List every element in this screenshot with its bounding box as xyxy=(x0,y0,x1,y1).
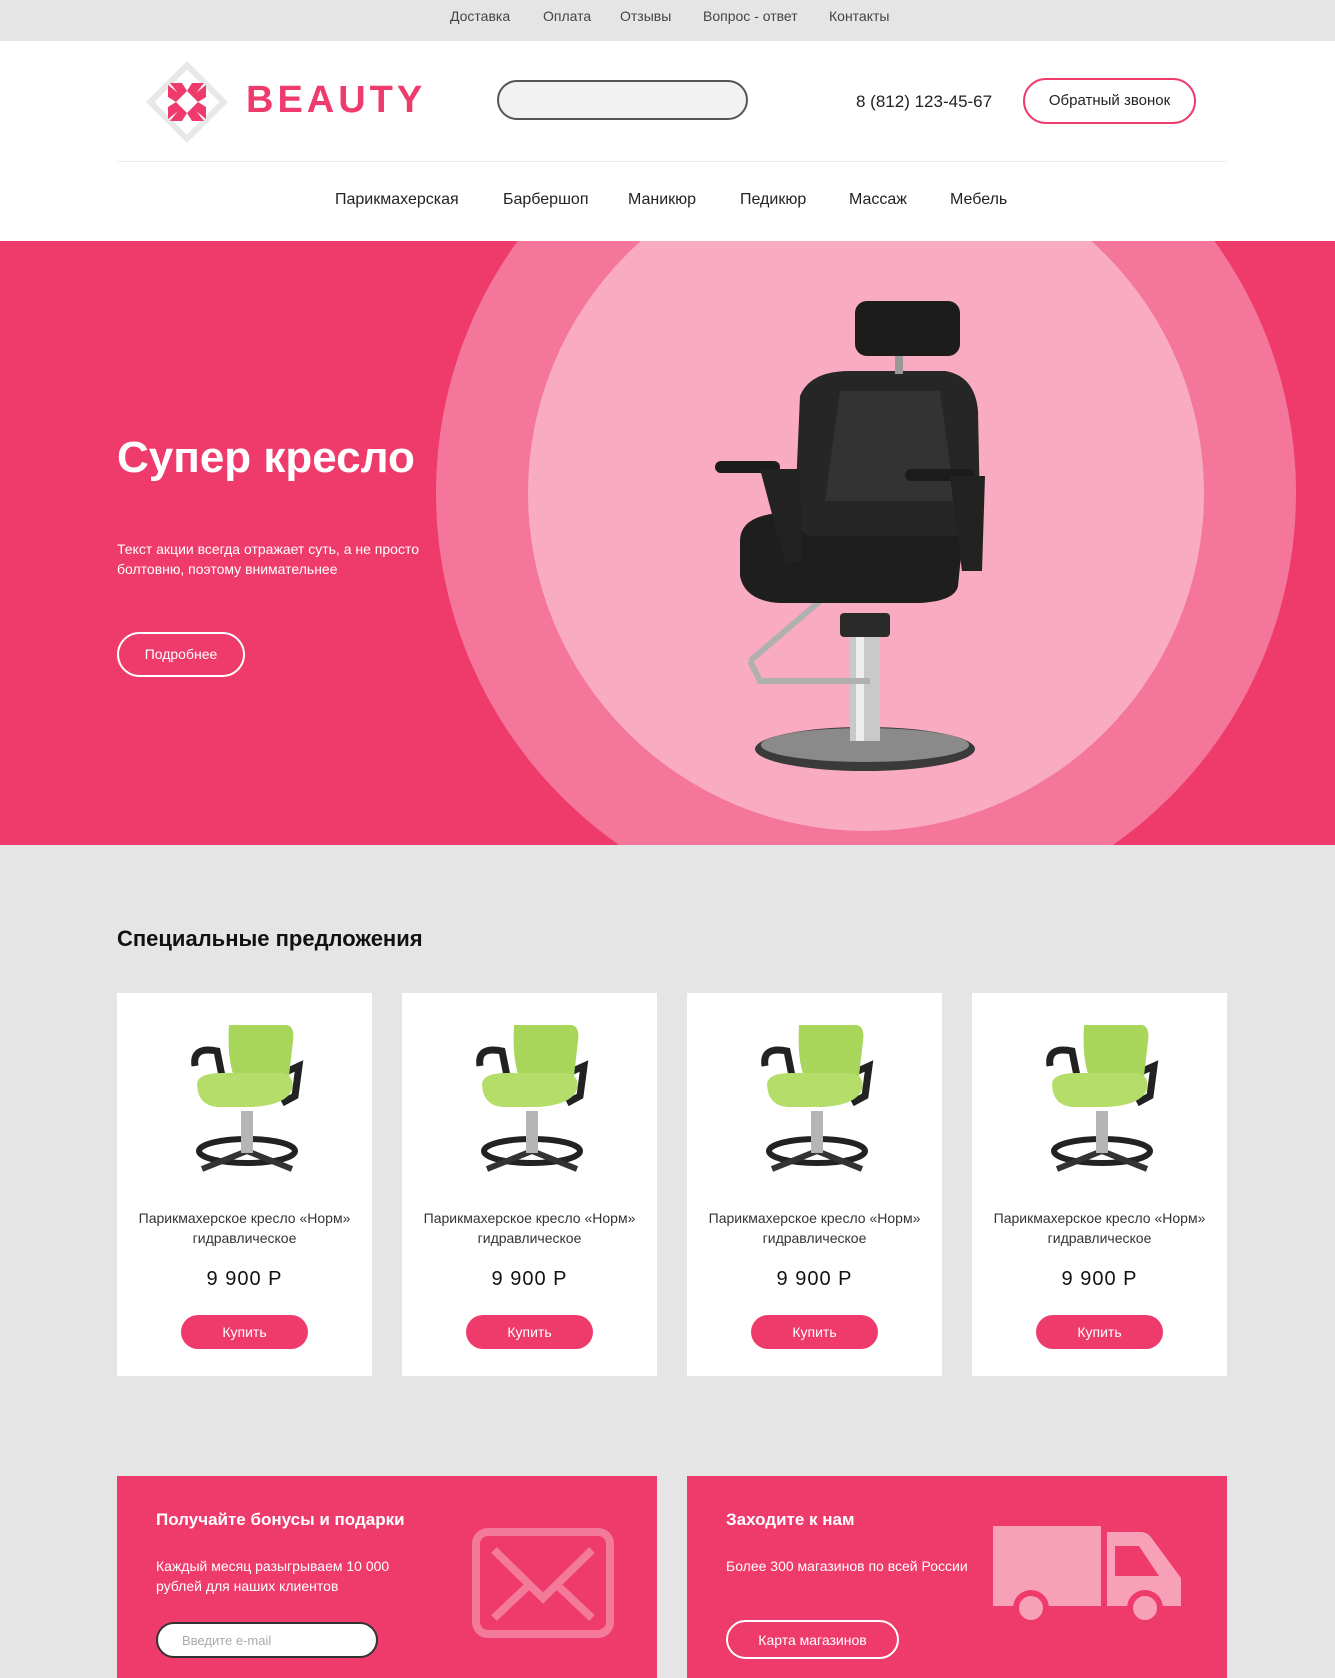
hero-banner: Супер кресло Текст акции всегда отражает… xyxy=(0,241,1335,845)
product-name[interactable]: Парикмахерское кресло «Норм» гидравличес… xyxy=(972,1208,1227,1248)
bonus-promo: Получайте бонусы и подарки Каждый месяц … xyxy=(117,1476,657,1678)
topnav-reviews[interactable]: Отзывы xyxy=(620,8,671,24)
search-input[interactable] xyxy=(497,80,748,120)
product-image xyxy=(191,1025,304,1172)
product-name[interactable]: Парикмахерское кресло «Норм» гидравличес… xyxy=(687,1208,942,1248)
product-image xyxy=(1046,1025,1159,1172)
offers-title: Специальные предложения xyxy=(117,926,423,951)
product-name[interactable]: Парикмахерское кресло «Норм» гидравличес… xyxy=(402,1208,657,1248)
logo-icon[interactable] xyxy=(146,61,228,143)
bonus-text: Каждый месяц разыгрываем 10 000 рублей д… xyxy=(156,1558,390,1594)
stores-promo: Заходите к нам Более 300 магазинов по вс… xyxy=(687,1476,1227,1678)
site-header: BEAUTY 8 (812) 123-45-67 Обратный звонок… xyxy=(0,41,1335,241)
buy-button[interactable]: Купить xyxy=(181,1315,308,1349)
buy-button[interactable]: Купить xyxy=(751,1315,878,1349)
product-card[interactable]: Парикмахерское кресло «Норм» гидравличес… xyxy=(402,993,657,1376)
email-field[interactable] xyxy=(156,1622,378,1658)
product-price: 9 900 Р xyxy=(776,1268,853,1290)
hero-text: Текст акции всегда отражает суть, а не п… xyxy=(117,541,419,577)
stores-title: Заходите к нам xyxy=(726,1510,855,1529)
header-divider xyxy=(117,161,1227,162)
buy-button[interactable]: Купить xyxy=(466,1315,593,1349)
truck-icon xyxy=(993,1526,1181,1626)
store-map-button[interactable]: Карта магазинов xyxy=(726,1620,899,1659)
product-card[interactable]: Парикмахерское кресло «Норм» гидравличес… xyxy=(687,993,942,1376)
product-card[interactable]: Парикмахерское кресло «Норм» гидравличес… xyxy=(117,993,372,1376)
barber-chair-image xyxy=(715,301,985,771)
topnav-payment[interactable]: Оплата xyxy=(543,8,591,24)
product-name[interactable]: Парикмахерское кресло «Норм» гидравличес… xyxy=(117,1208,372,1248)
product-image xyxy=(476,1025,589,1172)
product-image xyxy=(761,1025,874,1172)
envelope-icon xyxy=(472,1528,614,1638)
hero-more-button[interactable]: Подробнее xyxy=(117,632,245,677)
bonus-title: Получайте бонусы и подарки xyxy=(156,1510,405,1529)
product-price: 9 900 Р xyxy=(1061,1268,1138,1290)
phone-number: 8 (812) 123-45-67 xyxy=(856,92,993,111)
nav-furniture[interactable]: Мебель xyxy=(950,191,1007,209)
top-bar: Доставка Оплата Отзывы Вопрос - ответ Ко… xyxy=(0,0,1335,41)
product-card[interactable]: Парикмахерское кресло «Норм» гидравличес… xyxy=(972,993,1227,1376)
nav-hairdressing[interactable]: Парикмахерская xyxy=(335,191,459,209)
buy-button[interactable]: Купить xyxy=(1036,1315,1163,1349)
topnav-delivery[interactable]: Доставка xyxy=(450,8,510,24)
topnav-contacts[interactable]: Контакты xyxy=(829,8,889,24)
logo-text[interactable]: BEAUTY xyxy=(246,79,426,122)
topnav-faq[interactable]: Вопрос - ответ xyxy=(703,8,798,24)
callback-button[interactable]: Обратный звонок xyxy=(1023,78,1196,124)
nav-pedicure[interactable]: Педикюр xyxy=(740,191,806,209)
hero-title: Супер кресло xyxy=(117,433,415,482)
stores-text: Более 300 магазинов по всей России xyxy=(726,1558,968,1574)
nav-massage[interactable]: Массаж xyxy=(849,191,907,209)
product-price: 9 900 Р xyxy=(491,1268,568,1290)
product-price: 9 900 Р xyxy=(206,1268,283,1290)
nav-manicure[interactable]: Маникюр xyxy=(628,191,696,209)
nav-barbershop[interactable]: Барбершоп xyxy=(503,191,588,209)
